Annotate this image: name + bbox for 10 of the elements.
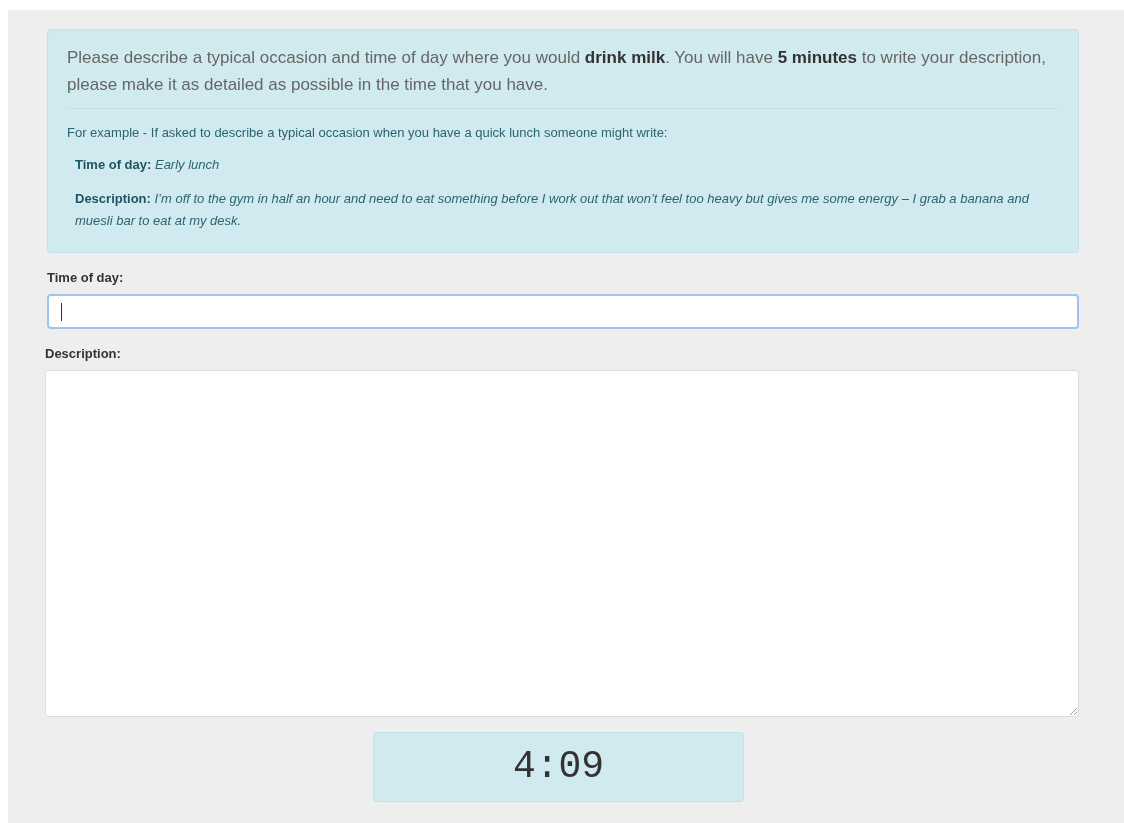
example-intro: For example - If asked to describe a typical occasion when you have a quick lunch someone might write: — [67, 125, 669, 140]
resize-grip-icon[interactable] — [1069, 707, 1077, 715]
example-field: Description: I’m off to the gym in half an hour and need to eat something before I work out that won’t feel too heavy but gives me some energy – I grab a banana and muesli bar to eat at my desk. — [75, 188, 1059, 232]
intro-text: Please describe a typical occasion and time of day where you would drink milk. You will have 5 minutes to write your description, please make it as detailed as possible in the time that you have. — [67, 47, 1047, 96]
field-label: Time of day: — [47, 270, 125, 285]
field-label: Description: — [45, 346, 122, 361]
countdown-timer: 4:09 — [373, 732, 744, 802]
description-field[interactable] — [45, 370, 1079, 717]
example-field: Time of day: Early lunch — [75, 154, 1059, 176]
time-of-day-field[interactable] — [47, 294, 1079, 329]
